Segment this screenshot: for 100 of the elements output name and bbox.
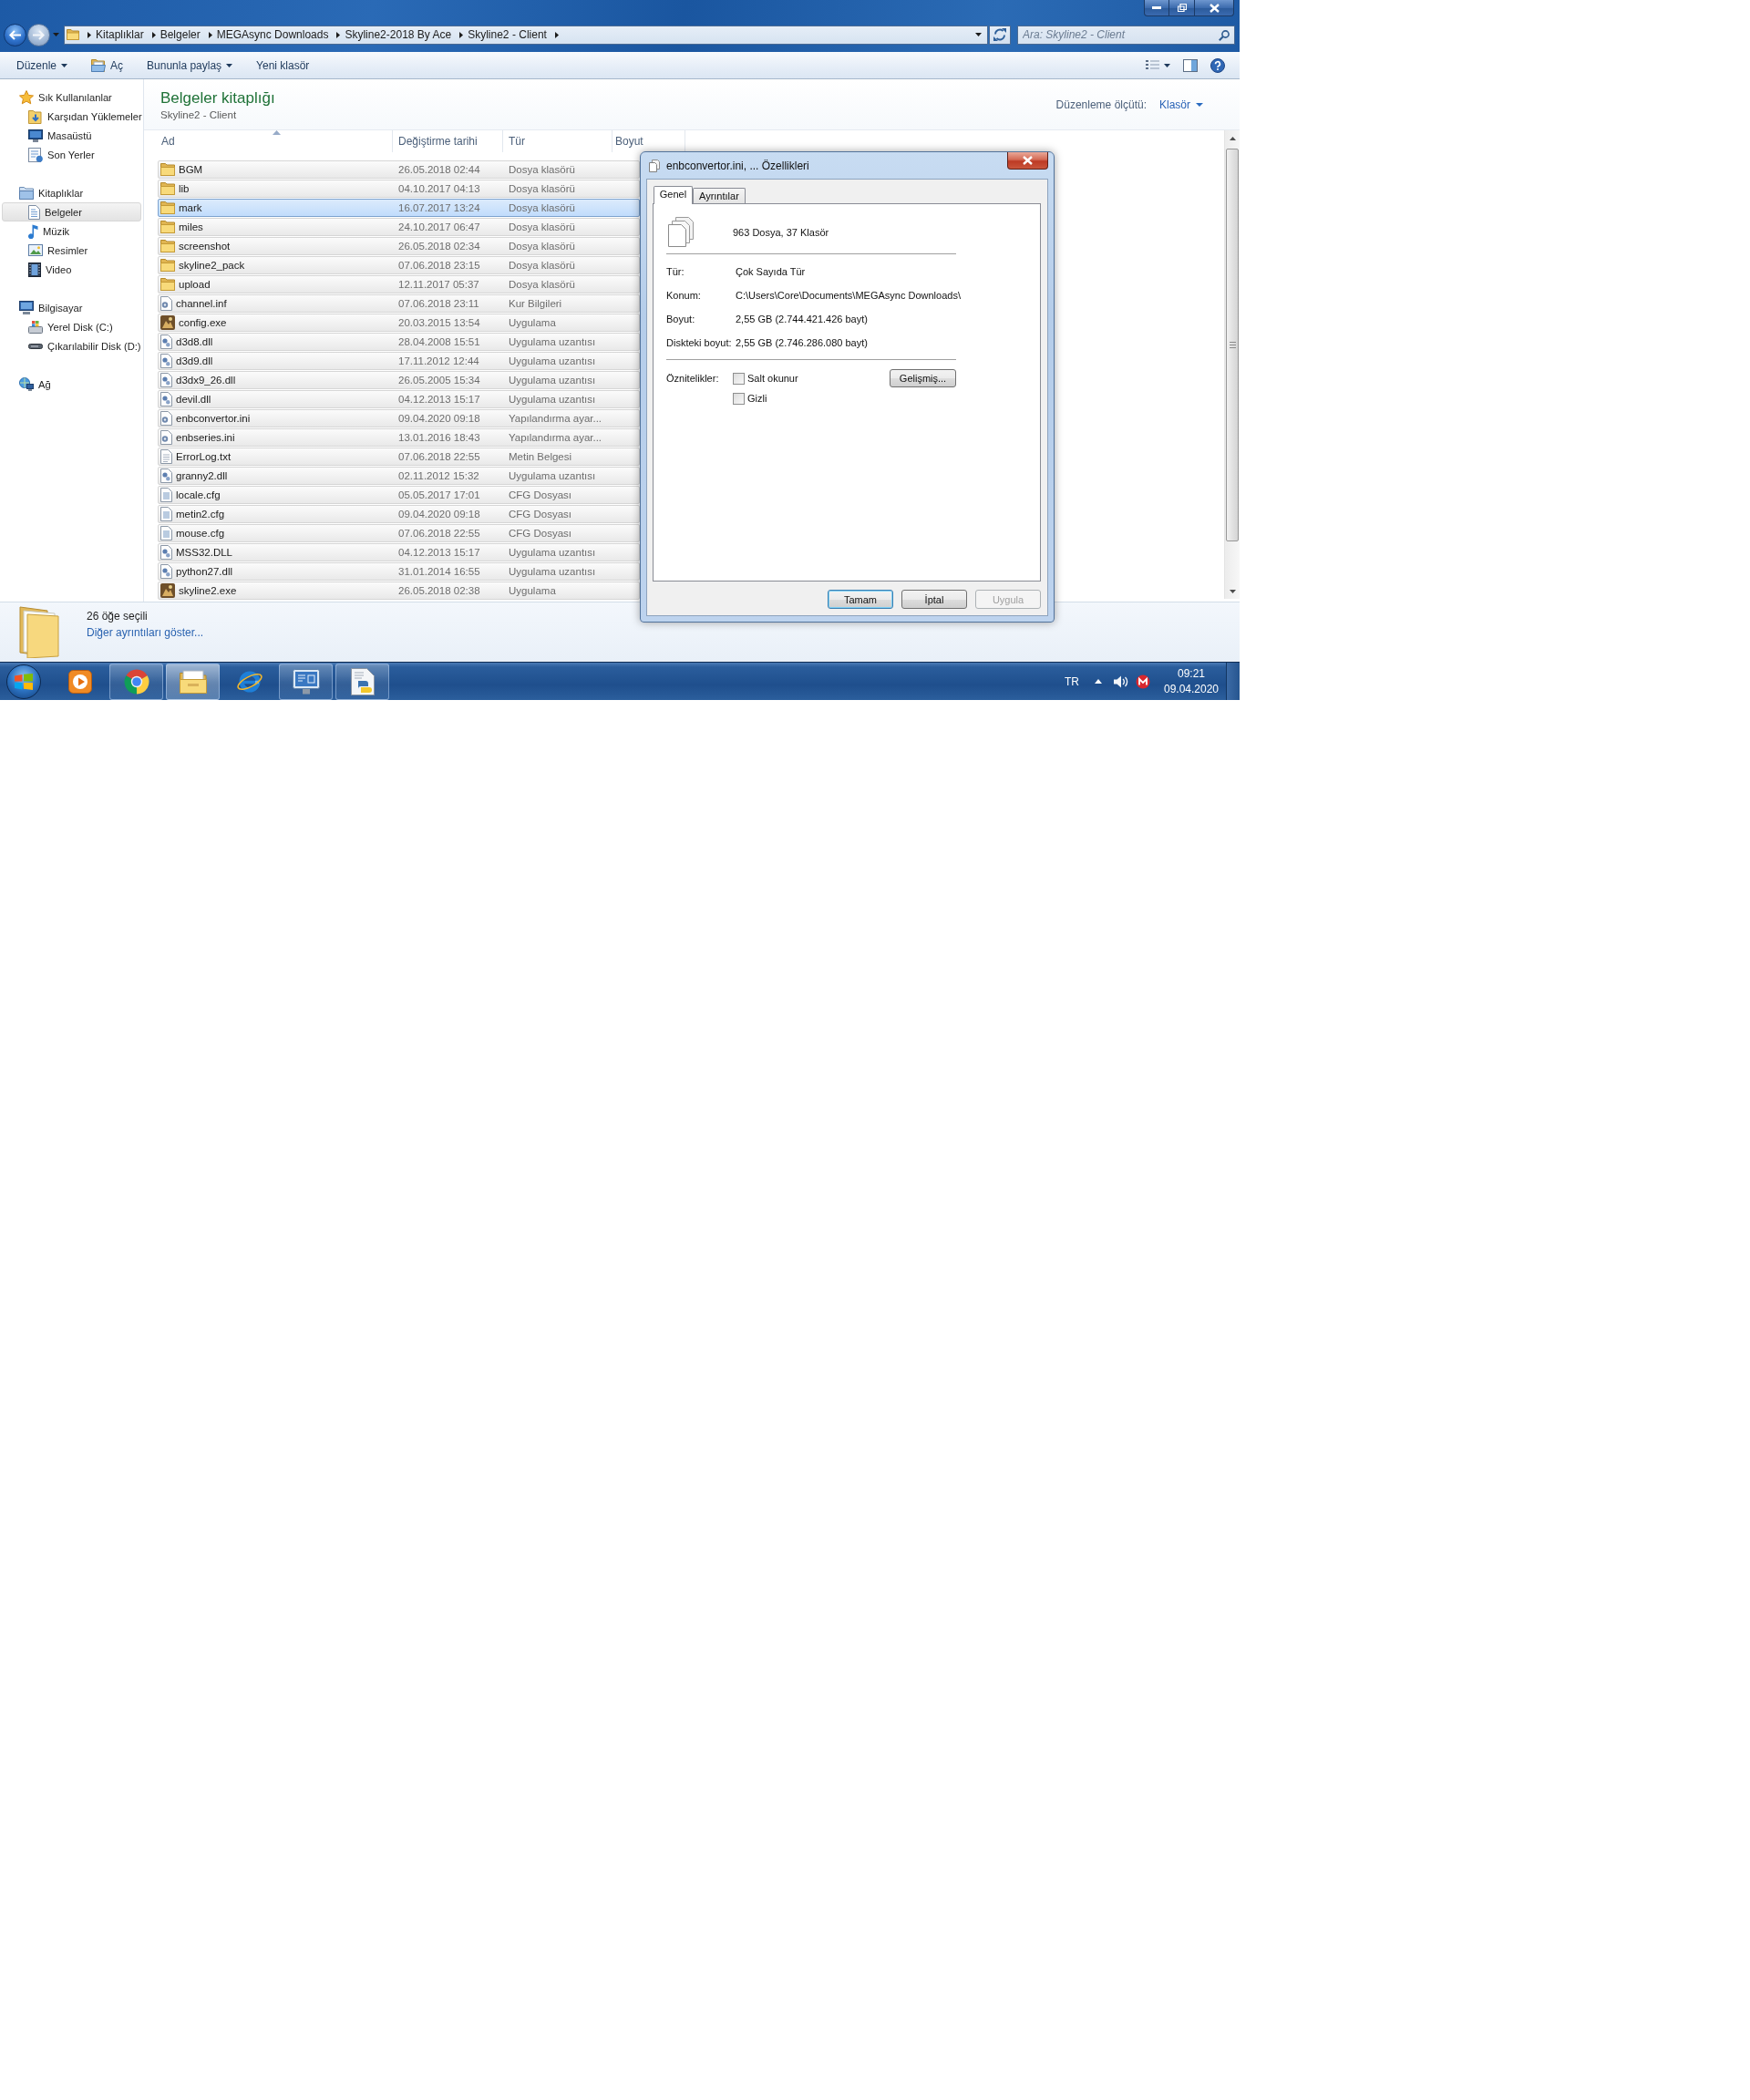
breadcrumb[interactable]: Belgeler	[155, 26, 205, 44]
navigation-item[interactable]: Son Yerler	[2, 145, 141, 164]
property-label: Boyut:	[666, 314, 696, 324]
file-name: devil.dll	[176, 394, 211, 405]
breadcrumb-arrow-icon[interactable]	[208, 31, 212, 38]
column-header[interactable]: Ad	[156, 130, 393, 152]
file-row[interactable]: miles 24.10.2017 06:47 Dosya klasörü	[158, 218, 640, 236]
file-row[interactable]: devil.dll 04.12.2013 15:17 Uygulama uzantısı	[158, 390, 640, 408]
close-button[interactable]	[1195, 0, 1234, 16]
checkbox[interactable]	[733, 392, 745, 405]
breadcrumb[interactable]: Kitaplıklar	[91, 26, 149, 44]
toolbar-button[interactable]: Düzenle	[9, 54, 76, 77]
toolbar-button[interactable]: Yeni klasör	[249, 54, 317, 77]
navigation-item[interactable]: Çıkarılabilir Disk (D:)	[2, 336, 141, 355]
start-button[interactable]	[6, 664, 41, 699]
column-header[interactable]: Değiştirme tarihi	[393, 130, 503, 152]
taskbar-button[interactable]	[279, 663, 333, 700]
breadcrumb[interactable]: MEGAsync Downloads	[211, 26, 334, 44]
navigation-item[interactable]: Karşıdan Yüklemeler	[2, 107, 141, 126]
arrow-down-icon	[1229, 589, 1236, 593]
file-row[interactable]: screenshot 26.05.2018 02:34 Dosya klasörü	[158, 237, 640, 255]
toolbar-button[interactable]: Aç	[84, 54, 131, 77]
library-title: Belgeler kitaplığı	[160, 88, 275, 108]
checkbox-label[interactable]: Gizli	[747, 393, 767, 404]
checkbox-label[interactable]: Salt okunur	[747, 373, 798, 384]
breadcrumb[interactable]: Skyline2 - Client	[463, 26, 551, 44]
breadcrumb-arrow-icon[interactable]	[336, 31, 341, 38]
language-indicator[interactable]: TR	[1065, 674, 1079, 688]
search-field[interactable]: Ara: Skyline2 - Client	[1017, 25, 1235, 45]
navigation-item[interactable]: Yerel Disk (C:)	[2, 317, 141, 336]
column-header[interactable]: Tür	[503, 130, 612, 152]
dialog-button[interactable]: İptal	[901, 590, 967, 609]
tab[interactable]: Ayrıntılar	[693, 188, 746, 203]
file-row[interactable]: mouse.cfg 07.06.2018 22:55 CFG Dosyası	[158, 524, 640, 542]
table-cell-text: Yapılandırma ayar...	[508, 432, 603, 443]
file-row[interactable]: locale.cfg 05.05.2017 17:01 CFG Dosyası	[158, 486, 640, 504]
navigation-item[interactable]: Ağ	[2, 375, 141, 394]
file-row[interactable]: d3dx9_26.dll 26.05.2005 15:34 Uygulama uzantısı	[158, 371, 640, 389]
table-cell-text: 20.03.2015 13:54	[397, 317, 481, 328]
file-row[interactable]: upload 12.11.2017 05:37 Dosya klasörü	[158, 275, 640, 293]
clock-time[interactable]: 09:21	[1178, 665, 1205, 682]
maximize-button[interactable]	[1169, 0, 1195, 16]
file-row[interactable]: granny2.dll 02.11.2012 15:32 Uygulama uzantısı	[158, 467, 640, 485]
table-cell-text: 04.12.2013 15:17	[397, 394, 481, 405]
dialog-button[interactable]: Tamam	[828, 590, 893, 609]
navigation-item[interactable]: Masaüstü	[2, 126, 141, 145]
navigation-item[interactable]: Müzik	[2, 221, 141, 241]
file-row[interactable]: mark 16.07.2017 13:24 Dosya klasörü	[158, 199, 640, 217]
navigation-item[interactable]: Resimler	[2, 241, 141, 260]
refresh-button[interactable]	[989, 25, 1011, 45]
selection-summary: 963 Dosya, 37 Klasör	[733, 226, 829, 238]
file-row[interactable]: MSS32.DLL 04.12.2013 15:17 Uygulama uzantısı	[158, 543, 640, 561]
file-row[interactable]: enbconvertor.ini 09.04.2020 09:18 Yapılandırma ayar...	[158, 409, 640, 427]
file-row[interactable]: d3d8.dll 28.04.2008 15:51 Uygulama uzantısı	[158, 333, 640, 351]
table-cell-text: Uygulama uzantısı	[508, 470, 597, 481]
breadcrumb[interactable]: Skyline2-2018 By Ace	[340, 26, 457, 44]
breadcrumb-arrow-icon[interactable]	[459, 31, 464, 38]
file-row[interactable]: ErrorLog.txt 07.06.2018 22:55 Metin Belgesi	[158, 448, 640, 466]
file-row[interactable]: skyline2.exe 26.05.2018 02:38 Uygulama	[158, 582, 640, 600]
taskbar-button[interactable]	[109, 663, 163, 700]
file-row[interactable]: skyline2_pack 07.06.2018 23:15 Dosya klasörü	[158, 256, 640, 274]
file-row[interactable]: d3d9.dll 17.11.2012 12:44 Uygulama uzantısı	[158, 352, 640, 370]
forward-button[interactable]	[27, 23, 50, 46]
advanced-button[interactable]: Gelişmiş...	[890, 369, 956, 387]
file-row[interactable]: channel.inf 07.06.2018 23:11 Kur Bilgileri	[158, 294, 640, 313]
taskbar-button[interactable]	[166, 663, 220, 700]
documents-icon	[668, 217, 694, 247]
taskbar-button[interactable]	[335, 663, 389, 700]
navigation-item[interactable]: Bilgisayar	[2, 298, 141, 317]
caret-down-icon[interactable]	[975, 33, 982, 36]
picture-icon	[28, 244, 43, 256]
back-button[interactable]	[4, 23, 26, 46]
breadcrumb-arrow-icon[interactable]	[554, 31, 559, 38]
navigation-item[interactable]: Sık Kullanılanlar	[2, 88, 141, 107]
tab[interactable]: Genel	[654, 186, 693, 204]
file-row[interactable]: config.exe 20.03.2015 13:54 Uygulama	[158, 314, 640, 332]
file-row[interactable]: lib 04.10.2017 04:13 Dosya klasörü	[158, 180, 640, 198]
file-row[interactable]: BGM 26.05.2018 02:44 Dosya klasörü	[158, 160, 640, 179]
computer-icon	[19, 301, 34, 314]
checkbox[interactable]	[733, 372, 745, 385]
toolbar-button[interactable]: Bununla paylaş	[139, 54, 241, 77]
address-bar[interactable]: Kitaplıklar Belgeler MEGAsync Downloads Skyline2-2018 By Ace Skyline2 - Client	[64, 25, 988, 45]
search-icon[interactable]	[1219, 29, 1230, 41]
navigation-item[interactable]: Video	[2, 260, 141, 279]
navigation-item[interactable]: Kitaplıklar	[2, 183, 141, 202]
breadcrumb-arrow-icon[interactable]	[151, 31, 156, 38]
breadcrumb-arrow-icon[interactable]	[88, 31, 91, 38]
navigation-item[interactable]: Belgeler	[2, 202, 141, 221]
caret-up-icon[interactable]	[1095, 679, 1102, 684]
file-row[interactable]: python27.dll 31.01.2014 16:55 Uygulama uzantısı	[158, 562, 640, 581]
close-button[interactable]	[1007, 152, 1048, 170]
minimize-button[interactable]	[1144, 0, 1169, 16]
clock-date[interactable]: 09.04.2020	[1163, 681, 1220, 697]
tray-app-icon[interactable]	[1136, 674, 1150, 689]
speaker-icon[interactable]	[1114, 674, 1128, 688]
scrollbar-thumb[interactable]	[1226, 149, 1239, 541]
details-link[interactable]: Diğer ayrıntıları göster...	[87, 624, 204, 641]
arrange-dropdown[interactable]: Klasör	[1159, 98, 1203, 111]
file-row[interactable]: metin2.cfg 09.04.2020 09:18 CFG Dosyası	[158, 505, 640, 523]
file-row[interactable]: enbseries.ini 13.01.2016 18:43 Yapılandırma ayar...	[158, 428, 640, 447]
